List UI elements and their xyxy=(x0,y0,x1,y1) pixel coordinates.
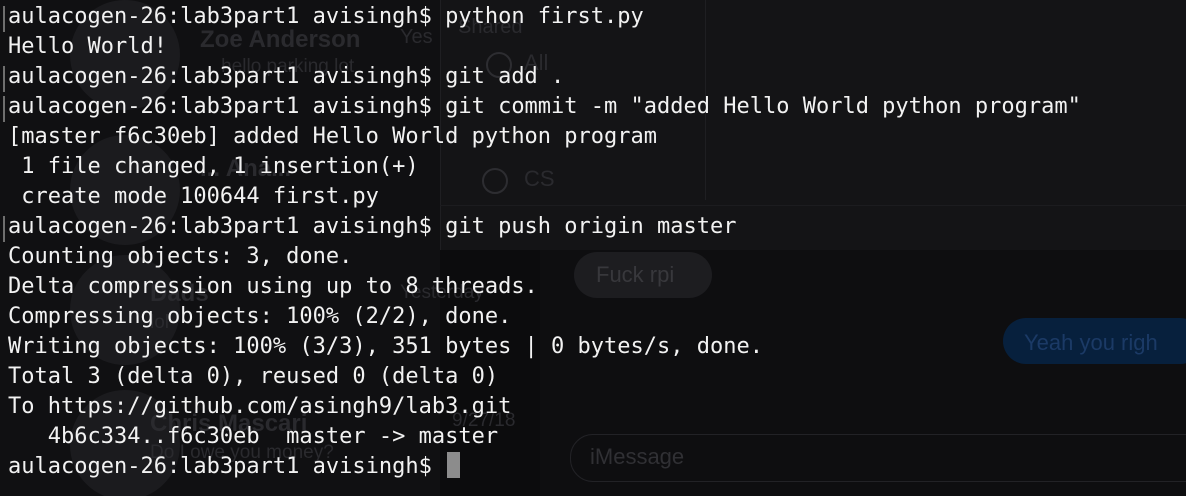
terminal-line: Compressing objects: 100% (2/2), done. xyxy=(8,304,512,329)
terminal-line: [master f6c30eb] added Hello World pytho… xyxy=(8,124,658,149)
terminal-prompt-line[interactable]: aulacogen-26:lab3part1 avisingh$ xyxy=(8,452,461,482)
terminal-line: aulacogen-26:lab3part1 avisingh$ git pus… xyxy=(8,214,737,239)
line-mark xyxy=(3,96,5,122)
terminal-line: Writing objects: 100% (3/3), 351 bytes |… xyxy=(8,334,763,359)
block-cursor-icon xyxy=(447,452,461,478)
line-mark xyxy=(3,216,5,242)
terminal-line: aulacogen-26:lab3part1 avisingh$ git com… xyxy=(8,94,1081,119)
terminal-line: To https://github.com/asingh9/lab3.git xyxy=(8,394,512,419)
terminal-line: create mode 100644 first.py xyxy=(8,184,379,209)
line-mark xyxy=(3,66,5,92)
terminal-line: Hello World! xyxy=(8,34,167,59)
terminal-window[interactable]: aulacogen-26:lab3part1 avisingh$ python … xyxy=(0,0,1186,496)
line-mark xyxy=(3,6,5,32)
terminal-line: 4b6c334..f6c30eb master -> master xyxy=(8,424,499,449)
prompt: aulacogen-26:lab3part1 avisingh$ xyxy=(8,454,446,479)
terminal-line: aulacogen-26:lab3part1 avisingh$ git add… xyxy=(8,64,565,89)
terminal-line: Total 3 (delta 0), reused 0 (delta 0) xyxy=(8,364,499,389)
terminal-line: Counting objects: 3, done. xyxy=(8,244,353,269)
terminal-line: aulacogen-26:lab3part1 avisingh$ python … xyxy=(8,4,644,29)
terminal-line: Delta compression using up to 8 threads. xyxy=(8,274,538,299)
terminal-line: 1 file changed, 1 insertion(+) xyxy=(8,154,419,179)
